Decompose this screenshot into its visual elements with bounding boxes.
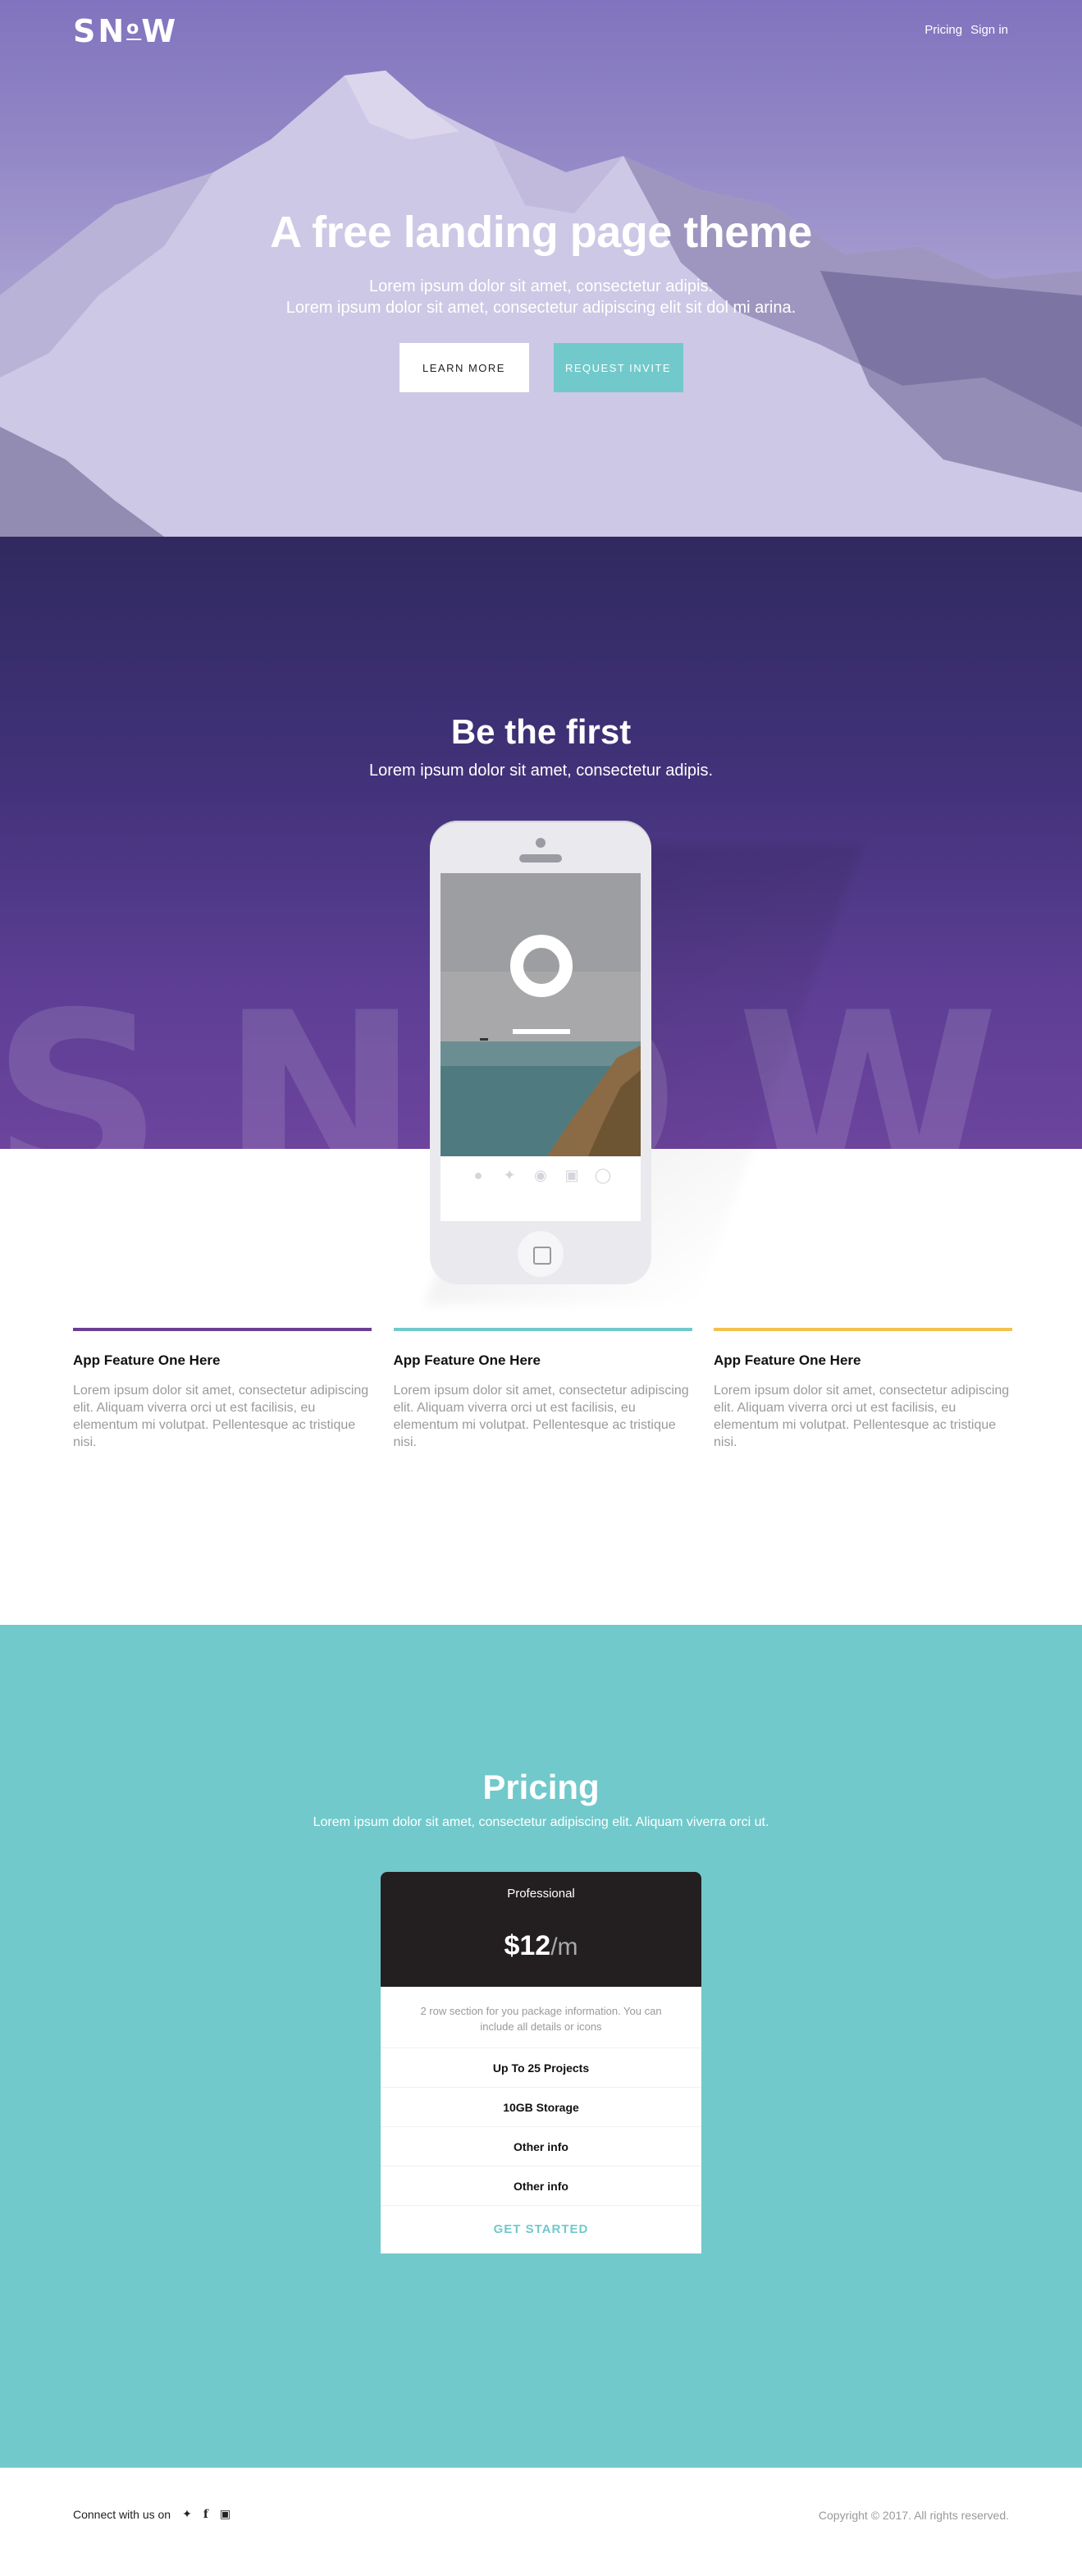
feature-card: App Feature One Here Lorem ipsum dolor s… bbox=[393, 1328, 692, 1451]
nav-signin-link[interactable]: Sign in bbox=[970, 23, 1008, 37]
phone-speaker bbox=[519, 854, 562, 862]
plan-description: 2 row section for you package informatio… bbox=[381, 1987, 701, 2048]
pricing-title: Pricing bbox=[482, 1768, 600, 1806]
learn-more-button[interactable]: LEARN MORE bbox=[399, 343, 529, 392]
price-period: /m bbox=[550, 1933, 578, 1961]
user-icon[interactable]: ● bbox=[469, 1166, 487, 1184]
snow-logo[interactable]: SNoW bbox=[73, 13, 178, 49]
be-the-first-content: Be the first Lorem ipsum dolor sit amet,… bbox=[0, 712, 1082, 780]
plan-feature: Other info bbox=[381, 2127, 701, 2166]
pricing-header: Pricing Lorem ipsum dolor sit amet, cons… bbox=[0, 1768, 1082, 1830]
pricing-card: Professional $12/m 2 row section for you… bbox=[381, 1872, 701, 2253]
hero-subtitle-line-2: Lorem ipsum dolor sit amet, consectetur … bbox=[285, 299, 797, 317]
hero-content: A free landing page theme Lorem ipsum do… bbox=[0, 207, 1082, 392]
pricing-section: Pricing Lorem ipsum dolor sit amet, cons… bbox=[0, 1625, 1082, 2468]
app-logo-underline bbox=[513, 1029, 570, 1034]
be-the-first-title: Be the first bbox=[450, 712, 632, 751]
phone-home-button bbox=[518, 1231, 564, 1277]
copyright-text: Copyright © 2017. All rights reserved. bbox=[818, 2509, 1009, 2522]
phone-mockup: ● ✦ ◉ ▣ ◯ bbox=[430, 821, 651, 1284]
connect-label: Connect with us on bbox=[73, 2507, 171, 2521]
plan-feature: Other info bbox=[381, 2166, 701, 2206]
hero-subtitle: Lorem ipsum dolor sit amet, consectetur … bbox=[0, 276, 1082, 318]
get-started-button[interactable]: GET STARTED bbox=[381, 2206, 701, 2253]
instagram-icon[interactable]: ▣ bbox=[563, 1166, 581, 1184]
hero-buttons: LEARN MORE REQUEST INVITE bbox=[0, 343, 1082, 392]
price-amount: $12 bbox=[504, 1930, 551, 1961]
app-logo-o bbox=[510, 935, 573, 997]
plan-feature: 10GB Storage bbox=[381, 2088, 701, 2127]
social-connect: Connect with us on ✦ f ▣ bbox=[73, 2507, 231, 2521]
feature-text: Lorem ipsum dolor sit amet, consectetur … bbox=[73, 1384, 369, 1449]
skype-icon[interactable]: ◯ bbox=[594, 1166, 612, 1184]
instagram-icon[interactable]: ▣ bbox=[220, 2507, 231, 2521]
hero-title: A free landing page theme bbox=[270, 208, 812, 257]
feature-text: Lorem ipsum dolor sit amet, consectetur … bbox=[714, 1384, 1010, 1449]
phone-camera bbox=[536, 838, 546, 848]
phone-screen: ● ✦ ◉ ▣ ◯ bbox=[441, 873, 641, 1221]
request-invite-button[interactable]: REQUEST INVITE bbox=[553, 343, 683, 392]
plan-feature: Up To 25 Projects bbox=[381, 2048, 701, 2088]
plan-price: $12/m bbox=[381, 1930, 701, 1962]
feature-list: App Feature One Here Lorem ipsum dolor s… bbox=[73, 1328, 1012, 1451]
facebook-icon[interactable]: ◉ bbox=[532, 1166, 550, 1184]
nav-pricing-link[interactable]: Pricing bbox=[924, 23, 962, 37]
feature-card: App Feature One Here Lorem ipsum dolor s… bbox=[714, 1328, 1012, 1451]
facebook-icon[interactable]: f bbox=[203, 2508, 208, 2521]
hero-subtitle-line-1: Lorem ipsum dolor sit amet, consectetur … bbox=[368, 277, 714, 295]
feature-title: App Feature One Here bbox=[393, 1352, 541, 1368]
feature-text: Lorem ipsum dolor sit amet, consectetur … bbox=[393, 1384, 689, 1449]
footer: Connect with us on ✦ f ▣ Copyright © 201… bbox=[0, 2468, 1082, 2576]
twitter-icon[interactable]: ✦ bbox=[182, 2507, 192, 2521]
twitter-icon[interactable]: ✦ bbox=[500, 1166, 518, 1184]
plan-name: Professional bbox=[507, 1887, 575, 1901]
phone-app-icons: ● ✦ ◉ ▣ ◯ bbox=[441, 1166, 641, 1184]
top-navigation: SNoW Pricing Sign in bbox=[0, 0, 1082, 66]
nav-links: Pricing Sign in bbox=[924, 23, 1008, 37]
pricing-card-header: Professional $12/m bbox=[381, 1872, 701, 1987]
feature-title: App Feature One Here bbox=[714, 1352, 861, 1368]
hero-section: SNoW Pricing Sign in A free landing page… bbox=[0, 0, 1082, 537]
be-the-first-subtitle: Lorem ipsum dolor sit amet, consectetur … bbox=[368, 762, 714, 780]
pricing-subtitle: Lorem ipsum dolor sit amet, consectetur … bbox=[313, 1815, 769, 1829]
feature-title: App Feature One Here bbox=[73, 1352, 221, 1368]
phone-screen-photo bbox=[441, 873, 641, 1156]
feature-card: App Feature One Here Lorem ipsum dolor s… bbox=[73, 1328, 372, 1451]
